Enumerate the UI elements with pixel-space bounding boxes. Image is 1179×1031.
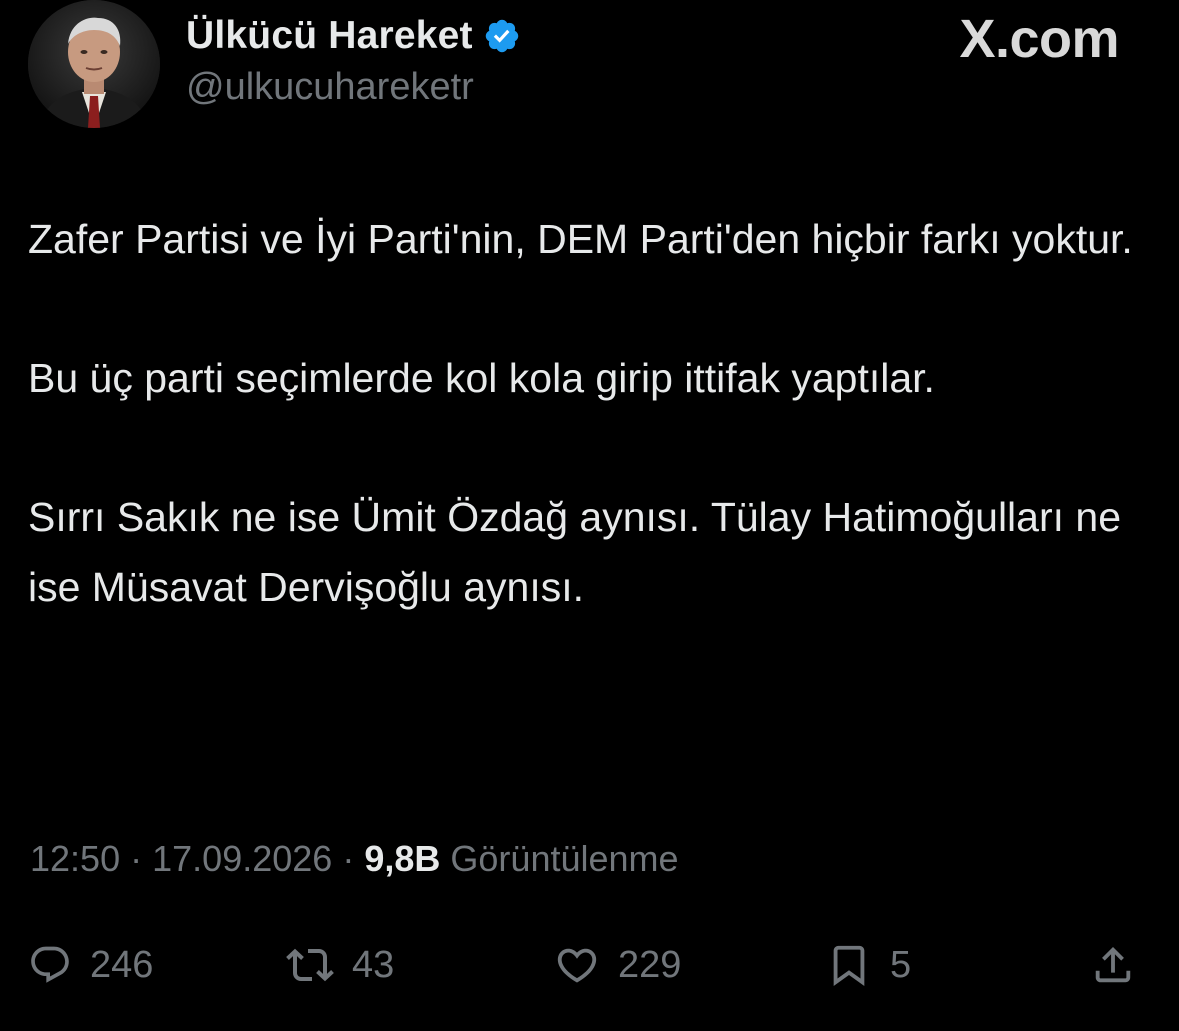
like-button[interactable]: 229: [554, 930, 681, 1000]
author-handle[interactable]: @ulkucuhareketr: [186, 66, 474, 109]
retweet-icon: [286, 948, 334, 982]
views-label: Görüntülenme: [450, 838, 679, 879]
reply-button[interactable]: 246: [28, 930, 153, 1000]
tweet-paragraph: Zafer Partisi ve İyi Parti'nin, DEM Part…: [28, 216, 1133, 262]
tweet-date[interactable]: 17.09.2026: [152, 838, 332, 879]
like-count: 229: [618, 943, 682, 986]
avatar[interactable]: [28, 0, 160, 128]
author-name-row[interactable]: Ülkücü Hareket: [186, 12, 521, 60]
tweet-time[interactable]: 12:50: [30, 838, 120, 879]
bookmark-button[interactable]: 5: [826, 930, 911, 1000]
brand-watermark: X.com: [959, 9, 1119, 69]
tweet-paragraph: Sırrı Sakık ne ise Ümit Özdağ aynısı. Tü…: [28, 494, 1122, 610]
tweet-text: Zafer Partisi ve İyi Parti'nin, DEM Part…: [28, 204, 1148, 622]
tweet-paragraph: Bu üç parti seçimlerde kol kola girip it…: [28, 355, 935, 401]
share-button[interactable]: [1090, 930, 1136, 1000]
meta-separator: ·: [130, 838, 143, 879]
share-icon: [1095, 946, 1131, 983]
views-count: 9,8B: [364, 838, 441, 879]
bookmark-count: 5: [890, 943, 912, 986]
tweet-card: Ülkücü Hareket @ulkucuhareketr X.com Zaf…: [0, 0, 1179, 1031]
tweet-meta: 12:50 · 17.09.2026 · 9,8B Görüntülenme: [30, 838, 679, 880]
avatar-image: [28, 0, 160, 128]
bookmark-icon: [833, 945, 865, 986]
action-bar: 246 43 229 5: [0, 930, 1179, 1000]
meta-separator: ·: [342, 838, 355, 879]
retweet-count: 43: [352, 943, 395, 986]
reply-icon: [31, 946, 69, 983]
author-display-name[interactable]: Ülkücü Hareket: [186, 14, 473, 58]
retweet-button[interactable]: 43: [286, 930, 394, 1000]
verified-badge-icon: [483, 17, 521, 55]
reply-count: 246: [90, 943, 154, 986]
heart-icon: [557, 948, 597, 983]
